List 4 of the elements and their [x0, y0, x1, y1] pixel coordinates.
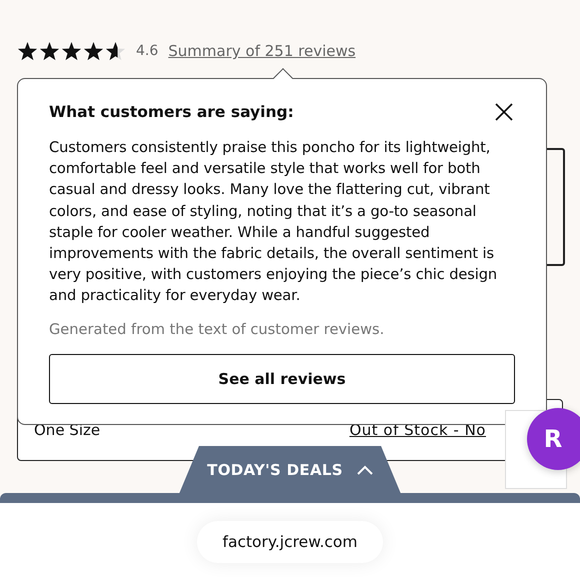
generated-note: Generated from the text of customer reviews. [49, 320, 386, 338]
rating-value: 4.6 [136, 43, 158, 59]
popover-title: What customers are saying: [49, 103, 294, 121]
summary-text: Customers consistently praise this poncho for its lightweight, comfortable feel and versatile style that works well for both casual and dressy looks. Many love the flattering cut, vibrant colors, and ease of styling, noting that it’s a go-to seasonal staple for cooler weather. While a handful suggested improvements with the fabric details, the overall sentiment is very positive, with customers enjoying the piece’s chic design and practicality for everyday wear. [49, 138, 498, 306]
